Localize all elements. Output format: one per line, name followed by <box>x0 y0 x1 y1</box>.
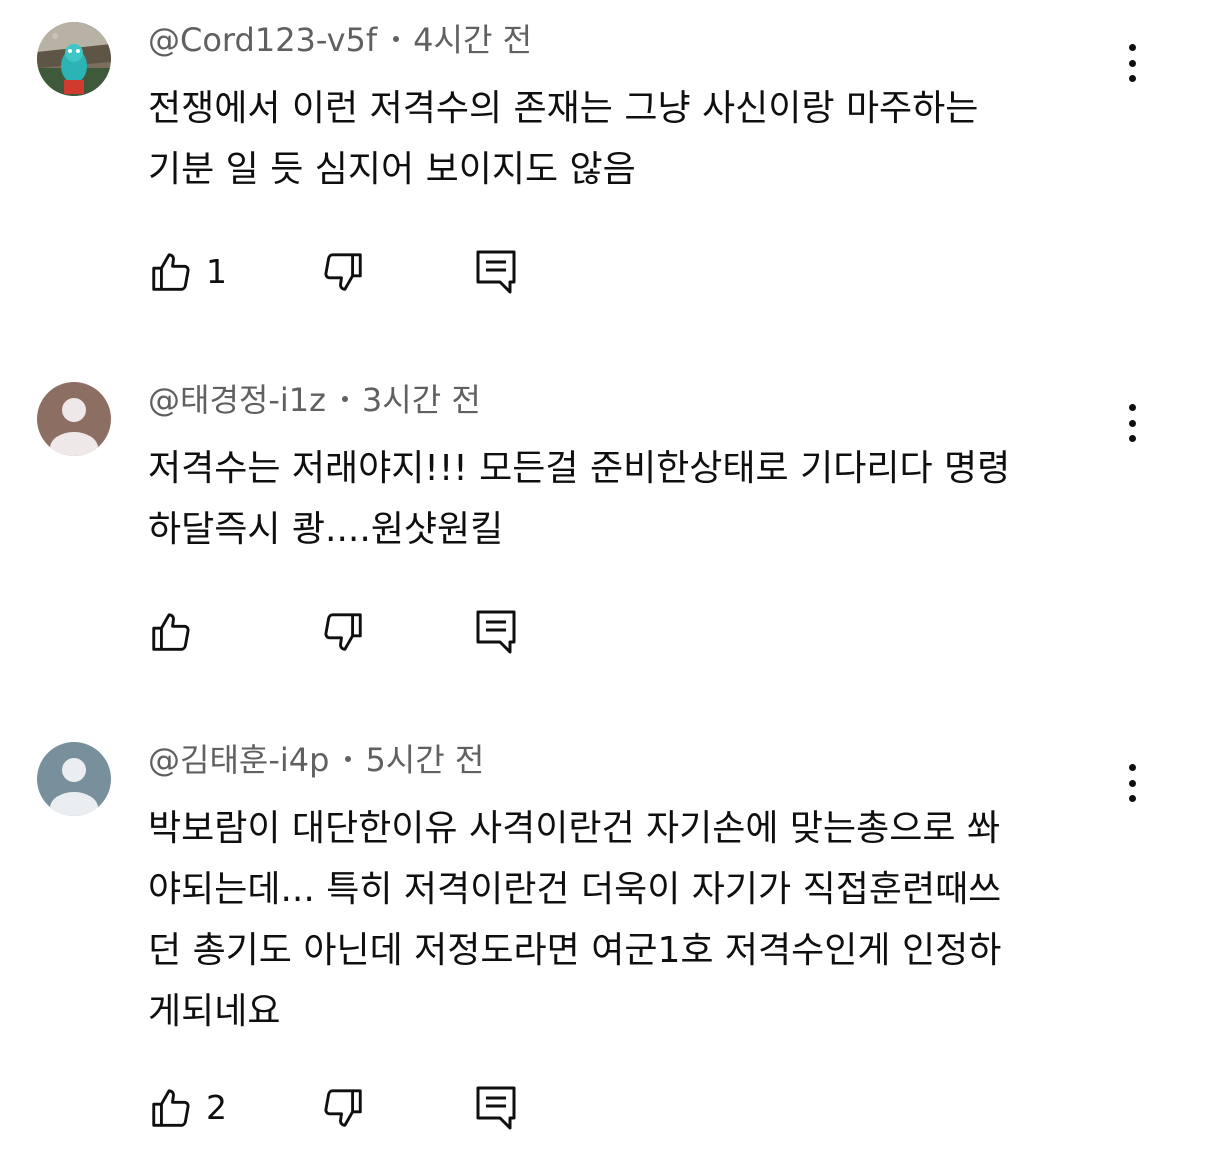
more-vertical-icon <box>1128 764 1136 771</box>
like-button[interactable]: 1 <box>148 248 227 296</box>
reply-button[interactable] <box>474 608 518 656</box>
like-count: 1 <box>206 252 227 291</box>
comment-meta: @김태훈-i4p 5시간 전 <box>148 740 484 780</box>
comment-text-line: 게되네요 <box>148 991 281 1032</box>
author-handle[interactable]: @태경정-i1z <box>148 381 326 419</box>
like-button[interactable]: 2 <box>148 1084 227 1132</box>
thumb-down-icon <box>320 1085 366 1131</box>
comment-time[interactable]: 3시간 전 <box>362 381 481 419</box>
dislike-button[interactable] <box>320 608 366 656</box>
comment-menu-button[interactable] <box>1114 40 1150 86</box>
comment-actions <box>148 608 568 656</box>
comment-time[interactable]: 4시간 전 <box>413 21 532 59</box>
separator-dot <box>345 756 352 762</box>
thumb-down-icon <box>320 249 366 295</box>
reply-comment-icon <box>474 1084 518 1132</box>
comment-text-line: 던 총기도 아닌데 저정도라면 여군1호 저격수인게 인정하 <box>148 930 1002 971</box>
comment-text-line: 하달즉시 쾅....원샷원킬 <box>148 509 504 550</box>
comment-actions: 2 <box>148 1084 568 1132</box>
like-button[interactable] <box>148 608 206 656</box>
comment-text-line: 전쟁에서 이런 저격수의 존재는 그냥 사신이랑 마주하는 <box>148 88 979 129</box>
comment-text-line: 야되는데... 특히 저격이란건 더욱이 자기가 직접훈련때쓰 <box>148 869 1002 910</box>
avatar[interactable] <box>37 742 111 816</box>
thumb-up-icon <box>148 1085 194 1131</box>
author-handle[interactable]: @Cord123-v5f <box>148 21 377 59</box>
reply-comment-icon <box>474 608 518 656</box>
comment-text-line: 박보람이 대단한이유 사격이란건 자기손에 맞는총으로 쏴 <box>148 808 1001 849</box>
comment-text-line: 기분 일 듯 심지어 보이지도 않음 <box>148 149 636 190</box>
dislike-button[interactable] <box>320 1084 366 1132</box>
comment-meta: @Cord123-v5f 4시간 전 <box>148 20 532 60</box>
more-vertical-icon <box>1128 404 1136 411</box>
separator-dot <box>393 36 400 42</box>
avatar[interactable] <box>37 22 111 96</box>
comment-meta: @태경정-i1z 3시간 전 <box>148 380 481 420</box>
separator-dot <box>341 396 348 402</box>
like-count: 2 <box>206 1088 227 1127</box>
comment-actions: 1 <box>148 248 568 296</box>
reply-button[interactable] <box>474 248 518 296</box>
comment-text: 저격수는 저래야지!!! 모든걸 준비한상태로 기다리다 명령 하달즉시 쾅..… <box>148 438 1118 560</box>
more-vertical-icon <box>1128 44 1136 51</box>
author-handle[interactable]: @김태훈-i4p <box>148 741 329 779</box>
comment-text-line: 저격수는 저래야지!!! 모든걸 준비한상태로 기다리다 명령 <box>148 448 1011 489</box>
comment-menu-button[interactable] <box>1114 400 1150 446</box>
thumb-up-icon <box>148 249 194 295</box>
comment-text: 박보람이 대단한이유 사격이란건 자기손에 맞는총으로 쏴 야되는데... 특히… <box>148 798 1118 1042</box>
comment-time[interactable]: 5시간 전 <box>365 741 484 779</box>
dislike-button[interactable] <box>320 248 366 296</box>
reply-comment-icon <box>474 248 518 296</box>
avatar[interactable] <box>37 382 111 456</box>
comment-text: 전쟁에서 이런 저격수의 존재는 그냥 사신이랑 마주하는 기분 일 듯 심지어… <box>148 78 1118 200</box>
thumb-down-icon <box>320 609 366 655</box>
comment-menu-button[interactable] <box>1114 760 1150 806</box>
reply-button[interactable] <box>474 1084 518 1132</box>
thumb-up-icon <box>148 609 194 655</box>
